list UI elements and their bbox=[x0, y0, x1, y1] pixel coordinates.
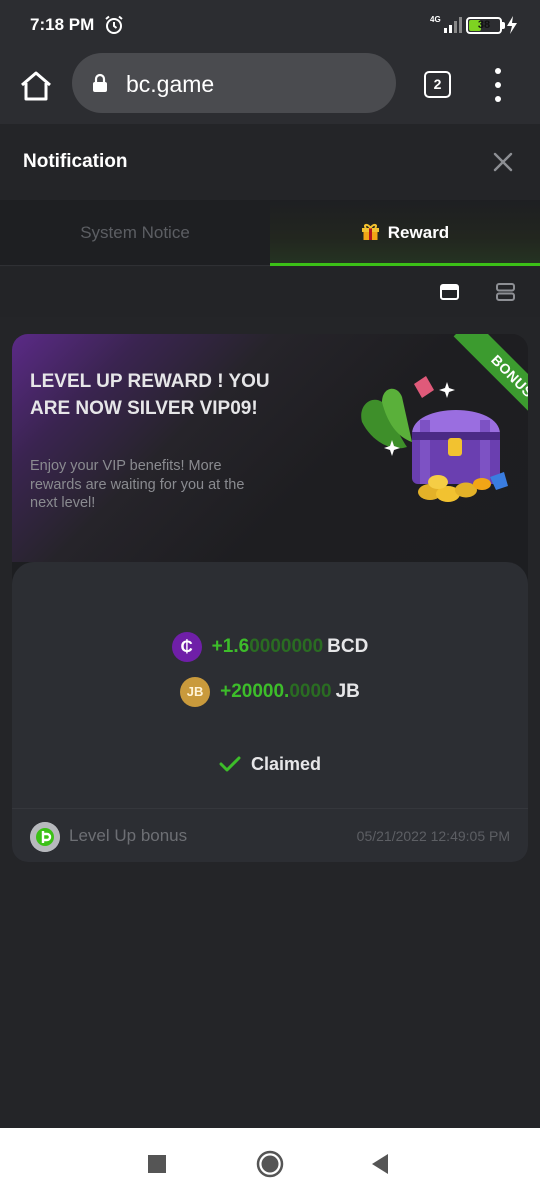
reward-title: LEVEL UP REWARD ! YOU ARE NOW SILVER VIP… bbox=[30, 371, 270, 419]
charging-icon bbox=[507, 16, 517, 34]
tab-switcher-button[interactable]: 2 bbox=[424, 71, 451, 98]
check-icon bbox=[219, 756, 241, 772]
battery-nub bbox=[502, 22, 505, 29]
amount-unit: JB bbox=[335, 681, 360, 702]
bonus-ribbon: BONUS bbox=[442, 334, 528, 444]
overflow-menu-icon[interactable] bbox=[488, 68, 508, 102]
claimed-status: Claimed bbox=[12, 754, 528, 775]
reward-footer: Level Up bonus 05/21/2022 12:49:05 PM bbox=[12, 808, 528, 862]
view-toggle-bar bbox=[0, 267, 540, 317]
bcd-coin-icon: ₵ bbox=[171, 632, 202, 662]
battery-icon: 38 bbox=[466, 17, 502, 34]
bc-logo-icon bbox=[30, 822, 60, 852]
tab-system-notice[interactable]: System Notice bbox=[0, 200, 270, 266]
browser-toolbar: bc.game 2 bbox=[0, 52, 540, 124]
jb-coin-icon: JB bbox=[180, 677, 211, 707]
status-time: 7:18 PM bbox=[30, 15, 95, 34]
nav-home-icon[interactable] bbox=[256, 1150, 284, 1178]
amount-decimals: 0000 bbox=[289, 681, 332, 702]
network-type: 4G bbox=[430, 15, 441, 24]
close-icon[interactable] bbox=[492, 151, 514, 173]
amount-unit: BCD bbox=[327, 636, 369, 657]
page-title: Notification bbox=[23, 151, 128, 172]
url-bar[interactable]: bc.game bbox=[72, 53, 396, 113]
back-icon[interactable] bbox=[370, 1153, 390, 1175]
reward-timestamp: 05/21/2022 12:49:05 PM bbox=[356, 828, 510, 844]
alarm-icon bbox=[105, 15, 123, 34]
signal-icon bbox=[444, 17, 462, 33]
reward-banner: LEVEL UP REWARD ! YOU ARE NOW SILVER VIP… bbox=[12, 334, 528, 562]
url-text: bc.game bbox=[126, 71, 215, 97]
amount-decimals: 0000000 bbox=[249, 636, 324, 657]
recent-apps-icon[interactable] bbox=[148, 1155, 166, 1173]
amount-value: +1.6 bbox=[211, 636, 250, 657]
reward-amount-jb: JB +20000.0000 JB bbox=[12, 677, 528, 709]
tab-reward-label: Reward bbox=[387, 223, 450, 242]
notification-header: Notification bbox=[0, 124, 540, 200]
notification-tabs: System Notice Reward bbox=[0, 200, 540, 266]
list-view-icon[interactable] bbox=[496, 283, 515, 301]
gift-icon bbox=[361, 224, 379, 240]
reward-amount-bcd: ₵ +1.60000000 BCD bbox=[12, 632, 528, 664]
reward-card[interactable]: LEVEL UP REWARD ! YOU ARE NOW SILVER VIP… bbox=[12, 334, 528, 862]
status-bar: 7:18 PM 4G 38 bbox=[0, 0, 540, 52]
system-nav-bar bbox=[0, 1128, 540, 1200]
reward-details: ₵ +1.60000000 BCD JB +20000.0000 JB Claimed bbox=[12, 562, 528, 808]
claimed-label: Claimed bbox=[250, 754, 322, 774]
reward-type-label: Level Up bonus bbox=[69, 826, 188, 845]
reward-description: Enjoy your VIP benefits! More rewards ar… bbox=[30, 458, 245, 511]
home-icon[interactable] bbox=[18, 68, 54, 104]
amount-value: +20000. bbox=[220, 681, 290, 702]
tab-reward[interactable]: Reward bbox=[270, 200, 540, 266]
lock-icon bbox=[93, 73, 107, 92]
battery-percent: 38 bbox=[477, 19, 491, 31]
card-view-icon[interactable] bbox=[440, 284, 459, 300]
